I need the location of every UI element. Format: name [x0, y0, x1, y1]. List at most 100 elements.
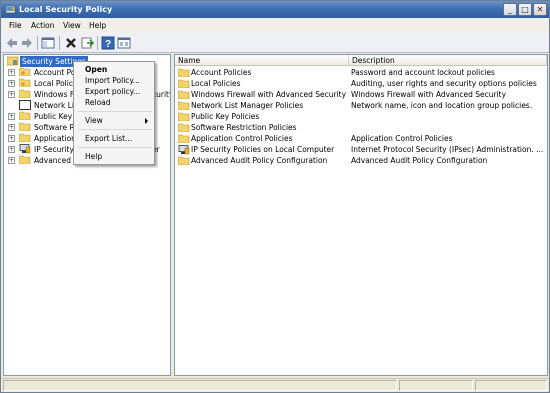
- context-menu-separator: [78, 129, 152, 130]
- list-row-ip-security[interactable]: IP Security Policies on Local Computer I…: [175, 144, 547, 155]
- folder-icon: [19, 67, 31, 77]
- list-description: Application Control Policies: [351, 134, 453, 143]
- ip-security-icon: [19, 144, 31, 154]
- tree-label: Account Po: [34, 68, 76, 77]
- list-name: Software Restriction Policies: [191, 123, 297, 132]
- menu-help[interactable]: Help: [89, 20, 106, 31]
- column-header-name[interactable]: Name: [175, 55, 349, 66]
- list-description: Windows Firewall with Advanced Security: [351, 90, 507, 99]
- details-list: Name Description Account Policies Passwo…: [174, 54, 548, 376]
- menu-action[interactable]: Action: [31, 20, 55, 31]
- list-row-application-control[interactable]: Application Control Policies Application…: [175, 133, 547, 144]
- list-name: Application Control Policies: [191, 134, 293, 143]
- list-row-account-policies[interactable]: Account Policies Password and account lo…: [175, 67, 547, 78]
- folder-icon: [178, 68, 190, 77]
- status-cell: [399, 380, 473, 391]
- submenu-arrow-icon: [145, 118, 148, 124]
- list-row-network-list-manager[interactable]: Network List Manager Policies Network na…: [175, 100, 547, 111]
- list-name: IP Security Policies on Local Computer: [191, 145, 335, 154]
- column-header-description[interactable]: Description: [349, 55, 547, 66]
- window-title: Local Security Policy: [19, 5, 113, 14]
- toolbar-separator: [37, 36, 38, 50]
- folder-icon: [19, 111, 31, 121]
- show-hide-tree-icon[interactable]: [41, 36, 55, 50]
- status-cell: [475, 380, 547, 391]
- security-settings-icon: [6, 56, 19, 66]
- context-menu-help[interactable]: Help: [85, 151, 102, 162]
- menu-file[interactable]: File: [9, 20, 22, 31]
- list-description: Advanced Audit Policy Configuration: [351, 156, 488, 165]
- tree-label: Advanced A: [34, 156, 79, 165]
- properties-icon[interactable]: [117, 36, 131, 50]
- svg-text:?: ?: [105, 39, 111, 50]
- local-security-policy-window: Local Security Policy _ □ ✕ File Action …: [0, 0, 550, 393]
- expand-icon[interactable]: +: [8, 135, 15, 142]
- expand-icon[interactable]: +: [8, 91, 15, 98]
- context-menu-view[interactable]: View: [85, 115, 103, 126]
- list-row-local-policies[interactable]: Local Policies Auditing, user rights and…: [175, 78, 547, 89]
- folder-icon: [178, 134, 190, 143]
- folder-icon: [178, 112, 190, 121]
- folder-icon: [178, 90, 190, 99]
- toolbar-separator: [59, 36, 60, 50]
- context-menu-separator: [78, 111, 152, 112]
- list-description: Internet Protocol Security (IPsec) Admin…: [351, 145, 544, 154]
- context-menu-export-list[interactable]: Export List...: [85, 133, 132, 144]
- context-menu-separator: [78, 147, 152, 148]
- toolbar-separator: [97, 36, 98, 50]
- expand-icon[interactable]: +: [8, 124, 15, 131]
- delete-icon[interactable]: [64, 36, 78, 50]
- context-menu: Open Import Policy... Export policy... R…: [73, 61, 155, 165]
- help-icon[interactable]: ?: [101, 36, 115, 50]
- tree-label: Software R: [34, 123, 75, 132]
- app-icon: [5, 4, 16, 15]
- folder-icon: [19, 133, 31, 143]
- folder-icon: [19, 89, 31, 99]
- tree-label: IP Security: [34, 145, 74, 154]
- folder-icon: [19, 122, 31, 132]
- list-row-windows-firewall[interactable]: Windows Firewall with Advanced Security …: [175, 89, 547, 100]
- list-row-advanced-audit[interactable]: Advanced Audit Policy Configuration Adva…: [175, 155, 547, 166]
- folder-icon: [178, 123, 190, 132]
- network-list-icon: [19, 100, 31, 110]
- export-list-icon[interactable]: [80, 36, 95, 50]
- list-name: Public Key Policies: [191, 112, 260, 121]
- tree-label: Network Lis: [34, 101, 78, 110]
- forward-arrow-icon[interactable]: [20, 36, 34, 50]
- expand-icon[interactable]: +: [8, 80, 15, 87]
- list-name: Local Policies: [191, 79, 241, 88]
- context-menu-open[interactable]: Open: [85, 64, 107, 75]
- status-bar: [1, 378, 549, 392]
- menu-bar: File Action View Help: [1, 18, 549, 33]
- toolbar: ?: [1, 33, 549, 53]
- back-arrow-icon[interactable]: [5, 36, 19, 50]
- status-cell-main: [3, 380, 397, 391]
- expand-icon[interactable]: +: [8, 113, 15, 120]
- list-row-software-restriction[interactable]: Software Restriction Policies: [175, 122, 547, 133]
- folder-icon: [178, 101, 190, 110]
- minimize-button[interactable]: _: [503, 3, 517, 16]
- folder-icon: [19, 155, 31, 165]
- context-menu-export-policy[interactable]: Export policy...: [85, 86, 140, 97]
- folder-icon: [178, 156, 190, 165]
- list-name: Network List Manager Policies: [191, 101, 304, 110]
- expand-icon[interactable]: +: [8, 157, 15, 164]
- context-menu-reload[interactable]: Reload: [85, 97, 111, 108]
- list-name: Account Policies: [191, 68, 252, 77]
- list-description: Auditing, user rights and security optio…: [351, 79, 537, 88]
- context-menu-import-policy[interactable]: Import Policy...: [85, 75, 140, 86]
- list-row-public-key-policies[interactable]: Public Key Policies: [175, 111, 547, 122]
- tree-label: Application: [34, 134, 76, 143]
- list-description: Password and account lockout policies: [351, 68, 495, 77]
- list-name: Advanced Audit Policy Configuration: [191, 156, 328, 165]
- list-name: Windows Firewall with Advanced Security: [191, 90, 347, 99]
- close-button[interactable]: ✕: [533, 3, 547, 16]
- folder-icon: [178, 79, 190, 88]
- folder-icon: [19, 78, 31, 88]
- maximize-button[interactable]: □: [518, 3, 532, 16]
- title-bar[interactable]: Local Security Policy _ □ ✕: [1, 1, 549, 18]
- tree-label: Windows Fi: [34, 90, 76, 99]
- menu-view[interactable]: View: [63, 20, 81, 31]
- expand-icon[interactable]: +: [8, 146, 15, 153]
- expand-icon[interactable]: +: [8, 69, 15, 76]
